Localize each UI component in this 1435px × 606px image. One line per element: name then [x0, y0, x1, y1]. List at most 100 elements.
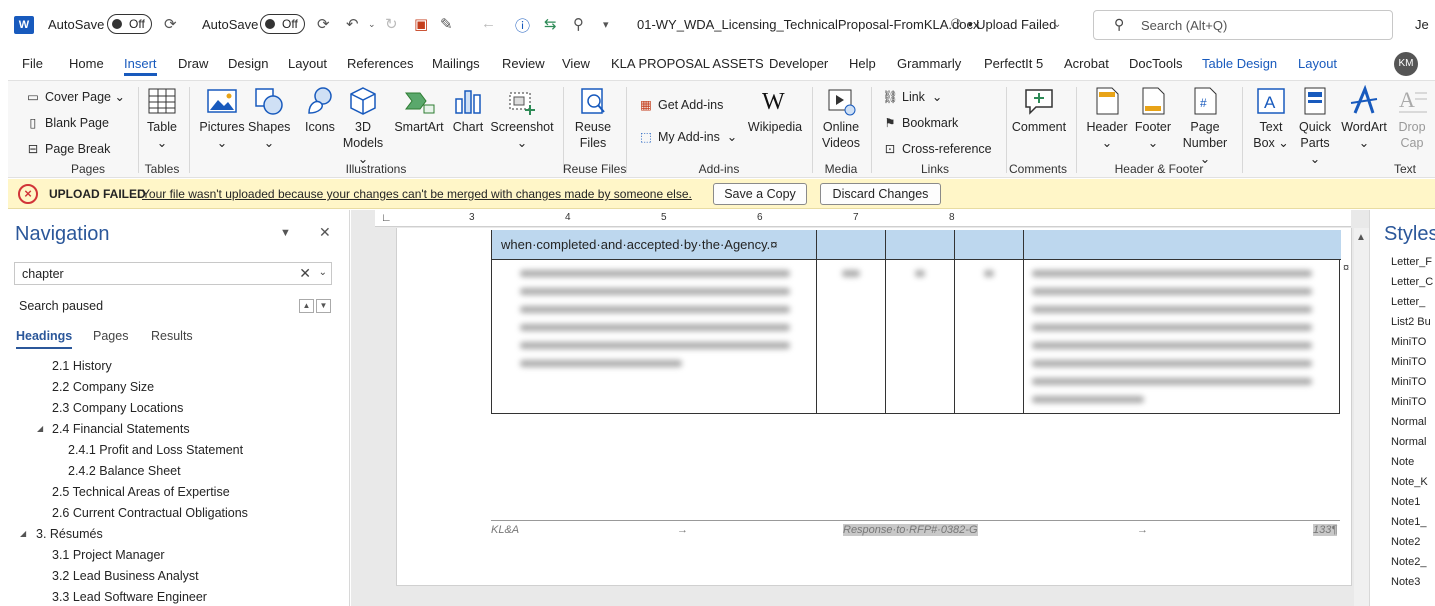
close-icon[interactable]: ✕ [319, 224, 331, 241]
link-button[interactable]: ⛓ Link ⌄ [882, 89, 942, 105]
undo-dropdown-icon[interactable]: ⌄ [368, 19, 376, 30]
page-break-button[interactable]: ⊟ Page Break [25, 141, 111, 156]
tab-insert[interactable]: Insert [124, 56, 157, 76]
smartart-button[interactable]: SmartArt [392, 85, 446, 135]
shapes-button[interactable]: Shapes ⌄ [248, 85, 290, 151]
tab-table-design[interactable]: Table Design [1202, 56, 1277, 71]
collapse-triangle-icon[interactable]: ◢ [37, 424, 43, 433]
style-item[interactable]: Note1_ [1391, 516, 1435, 528]
icons-button[interactable]: Icons [298, 85, 342, 135]
tab-file[interactable]: File [22, 56, 43, 71]
online-videos-button[interactable]: Online Videos [816, 85, 866, 151]
tab-developer[interactable]: Developer [769, 56, 828, 71]
style-item[interactable]: Note1 [1391, 496, 1435, 508]
previous-result-icon[interactable]: ▲ [299, 299, 314, 313]
undo-icon[interactable]: ↶ [346, 15, 359, 33]
heading-item[interactable]: 3. Résumés [36, 527, 103, 541]
navigation-search-input[interactable]: chapter ✕ ⌄ [14, 262, 332, 285]
style-item[interactable]: Note_K [1391, 476, 1435, 488]
text-box-button[interactable]: A Text Box ⌄ [1250, 85, 1292, 151]
autosave-toggle-2[interactable]: Off [260, 14, 305, 34]
bookmark-button[interactable]: ⚑ Bookmark [882, 115, 958, 130]
style-item[interactable]: Note2 [1391, 536, 1435, 548]
heading-item[interactable]: 3.1 Project Manager [52, 548, 165, 562]
back-arrow-icon[interactable]: ← [481, 15, 496, 32]
heading-item[interactable]: 2.4.2 Balance Sheet [68, 464, 181, 478]
cover-page-button[interactable]: ▭ Cover Page ⌄ [25, 89, 125, 104]
chart-button[interactable]: Chart [450, 85, 486, 135]
redo-icon[interactable]: ↻ [385, 15, 398, 33]
style-item[interactable]: Letter_ [1391, 296, 1435, 308]
wikipedia-button[interactable]: W Wikipedia [744, 85, 806, 135]
avatar[interactable]: KM [1394, 52, 1418, 76]
heading-item[interactable]: 2.6 Current Contractual Obligations [52, 506, 248, 520]
user-name-partial[interactable]: Je [1415, 17, 1429, 32]
track-icon[interactable]: ⇆ [544, 15, 557, 33]
table-row[interactable]: when·completed·and·accepted·by·the·Agenc… [492, 230, 1341, 260]
tab-headings[interactable]: Headings [16, 329, 73, 349]
collapse-triangle-icon[interactable]: ◢ [20, 529, 26, 538]
cross-reference-button[interactable]: ⊡ Cross-reference [882, 141, 992, 156]
tab-home[interactable]: Home [69, 56, 104, 71]
save-icon[interactable]: ⟳ [164, 15, 177, 33]
style-item[interactable]: Letter_C [1391, 276, 1435, 288]
autosave-toggle[interactable]: Off [107, 14, 152, 34]
tab-draw[interactable]: Draw [178, 56, 208, 71]
style-item[interactable]: Normal [1391, 436, 1435, 448]
heading-item[interactable]: 3.2 Lead Business Analyst [52, 569, 199, 583]
3d-models-button[interactable]: 3D Models ⌄ [338, 85, 388, 167]
tab-grammarly[interactable]: Grammarly [897, 56, 961, 71]
search-options-chevron-icon[interactable]: ⌄ [319, 267, 327, 278]
style-item[interactable]: MiniTO [1391, 376, 1435, 388]
heading-item[interactable]: 2.2 Company Size [52, 380, 154, 394]
upload-status[interactable]: • Upload Failed [968, 17, 1056, 32]
tab-help[interactable]: Help [849, 56, 876, 71]
tab-kla-proposal-assets[interactable]: KLA PROPOSAL ASSETS [611, 56, 764, 71]
get-addins-button[interactable]: ▦ Get Add-ins [638, 97, 723, 112]
tab-references[interactable]: References [347, 56, 413, 71]
document-table[interactable]: when·completed·and·accepted·by·the·Agenc… [491, 230, 1341, 414]
tab-acrobat[interactable]: Acrobat [1064, 56, 1109, 71]
zoom-icon[interactable]: ⚲ [573, 15, 584, 33]
style-item[interactable]: MiniTO [1391, 356, 1435, 368]
chevron-down-icon[interactable]: ⌄ [1053, 19, 1061, 30]
tab-pages[interactable]: Pages [93, 329, 128, 343]
tab-view[interactable]: View [562, 56, 590, 71]
next-result-icon[interactable]: ▼ [316, 299, 331, 313]
heading-item[interactable]: 2.3 Company Locations [52, 401, 183, 415]
style-item[interactable]: MiniTO [1391, 336, 1435, 348]
discard-changes-button[interactable]: Discard Changes [820, 183, 941, 205]
comment-button[interactable]: Comment [1010, 85, 1068, 135]
header-button[interactable]: Header ⌄ [1084, 85, 1130, 151]
screenshot-button[interactable]: Screenshot ⌄ [490, 85, 554, 151]
heading-item[interactable]: 2.1 History [52, 359, 112, 373]
tab-design[interactable]: Design [228, 56, 268, 71]
save-icon-2[interactable]: ⟳ [317, 15, 330, 33]
style-item[interactable]: Note [1391, 456, 1435, 468]
search-box[interactable]: ⚲ Search (Alt+Q) [1093, 10, 1393, 40]
page-number-button[interactable]: # Page Number ⌄ [1178, 85, 1232, 167]
tab-review[interactable]: Review [502, 56, 545, 71]
tab-doctools[interactable]: DocTools [1129, 56, 1182, 71]
table-cell-text[interactable]: when·completed·and·accepted·by·the·Agenc… [501, 237, 778, 252]
print-preview-icon[interactable]: ▣ [414, 15, 428, 33]
table-button[interactable]: Table ⌄ [141, 85, 183, 151]
clear-search-icon[interactable]: ✕ [299, 265, 311, 282]
tab-layout[interactable]: Layout [288, 56, 327, 71]
horizontal-ruler[interactable]: ∟ 3 4 5 6 7 8 [375, 210, 1351, 227]
footer-button[interactable]: Footer ⌄ [1130, 85, 1176, 151]
tab-perfectit[interactable]: PerfectIt 5 [984, 56, 1043, 71]
style-item[interactable]: Note3 [1391, 576, 1435, 588]
style-item[interactable]: Note2_ [1391, 556, 1435, 568]
my-addins-button[interactable]: ⬚ My Add-ins ⌄ [638, 129, 737, 144]
style-item[interactable]: MiniTO [1391, 396, 1435, 408]
style-item[interactable]: Letter_F [1391, 256, 1435, 268]
drop-cap-button[interactable]: A Drop Cap [1392, 85, 1432, 151]
highlight-icon[interactable]: ✎ [440, 15, 453, 33]
heading-item[interactable]: 2.4.1 Profit and Loss Statement [68, 443, 243, 457]
style-item[interactable]: Normal [1391, 416, 1435, 428]
customize-qat-icon[interactable]: ▾ [603, 18, 609, 31]
document-page[interactable]: when·completed·and·accepted·by·the·Agenc… [396, 228, 1352, 586]
tab-mailings[interactable]: Mailings [432, 56, 480, 71]
vertical-scrollbar[interactable]: ▲ [1354, 228, 1369, 606]
